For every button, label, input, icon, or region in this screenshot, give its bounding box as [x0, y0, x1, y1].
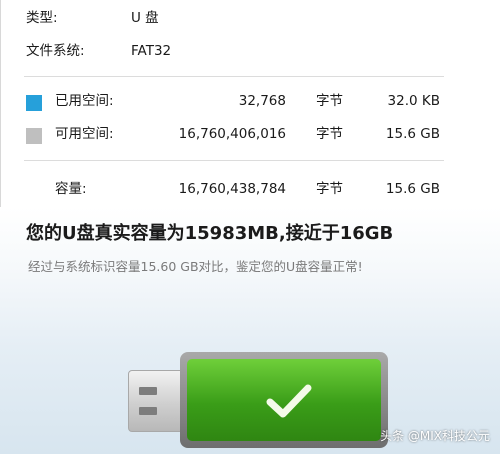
- filesystem-label: 文件系统:: [26, 43, 85, 59]
- free-space-size: 15.6 GB: [385, 126, 440, 142]
- usb-body: [180, 352, 388, 448]
- used-space-size: 32.0 KB: [387, 93, 440, 109]
- usb-plug-hole: [139, 407, 157, 415]
- separator: [24, 76, 444, 77]
- capacity-unit: 字节: [316, 181, 343, 197]
- free-space-bytes: 16,760,406,016: [178, 126, 286, 142]
- type-label: 类型:: [26, 10, 58, 26]
- result-subline: 经过与系统标识容量15.60 GB对比，鉴定您的U盘容量正常!: [28, 259, 363, 274]
- capacity-bytes: 16,760,438,784: [178, 181, 286, 197]
- free-space-row: 可用空间: 16,760,406,016 字节 15.6 GB: [0, 122, 500, 146]
- properties-panel: 类型: U 盘 文件系统: FAT32 已用空间: 32,768 字节 32.0…: [0, 0, 500, 207]
- usb-plug: [128, 370, 186, 432]
- result-panel: 您的U盘真实容量为15983MB,接近于16GB 经过与系统标识容量15.60 …: [0, 207, 500, 454]
- usb-status-face: [187, 359, 381, 441]
- used-space-unit: 字节: [316, 93, 343, 109]
- filesystem-value: FAT32: [131, 43, 172, 59]
- result-headline: 您的U盘真实容量为15983MB,接近于16GB: [26, 223, 394, 244]
- used-space-label: 已用空间:: [55, 93, 114, 109]
- free-space-swatch: [26, 128, 42, 144]
- free-space-label: 可用空间:: [55, 126, 114, 142]
- free-space-unit: 字节: [316, 126, 343, 142]
- used-space-bytes: 32,768: [238, 93, 286, 109]
- used-space-swatch: [26, 95, 42, 111]
- type-value: U 盘: [131, 10, 159, 26]
- capacity-row: 容量: 16,760,438,784 字节 15.6 GB: [0, 177, 500, 201]
- watermark: 头条 @MIX科技公元: [380, 429, 490, 443]
- usb-plug-hole: [139, 387, 157, 395]
- type-row: 类型: U 盘: [0, 6, 500, 30]
- capacity-label: 容量:: [55, 181, 87, 197]
- filesystem-row: 文件系统: FAT32: [0, 39, 500, 63]
- usb-drive-graphic: [128, 352, 388, 448]
- capacity-size: 15.6 GB: [385, 181, 440, 197]
- check-icon: [266, 384, 312, 418]
- separator: [24, 160, 444, 161]
- used-space-row: 已用空间: 32,768 字节 32.0 KB: [0, 89, 500, 113]
